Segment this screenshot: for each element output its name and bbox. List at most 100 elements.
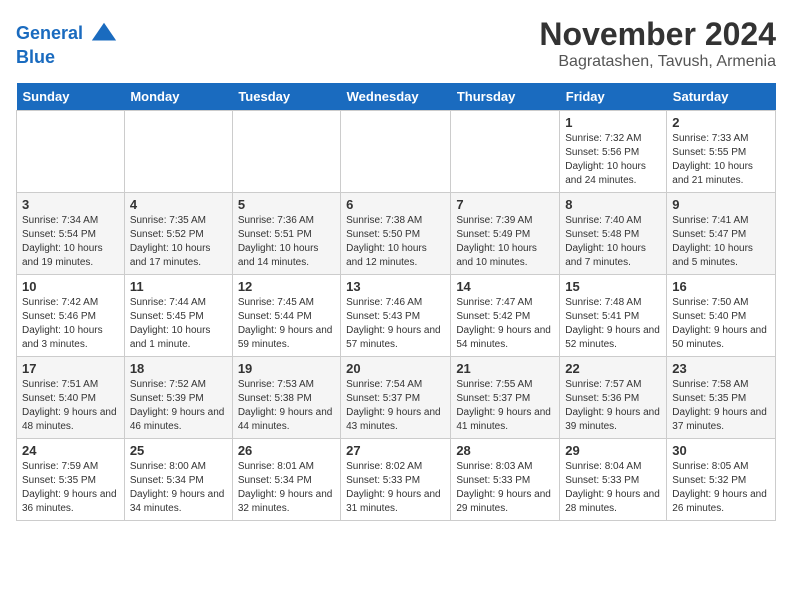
day-info: Sunrise: 7:59 AM Sunset: 5:35 PM Dayligh… bbox=[22, 460, 119, 516]
day-info: Sunrise: 7:32 AM Sunset: 5:56 PM Dayligh… bbox=[565, 132, 661, 188]
calendar-cell: 27 Sunrise: 8:02 AM Sunset: 5:33 PM Dayli… bbox=[341, 439, 451, 521]
day-number: 11 bbox=[130, 279, 227, 294]
day-info: Sunrise: 7:46 AM Sunset: 5:43 PM Dayligh… bbox=[346, 296, 445, 352]
day-number: 8 bbox=[565, 197, 661, 212]
day-number: 28 bbox=[456, 443, 554, 458]
day-info: Sunrise: 8:01 AM Sunset: 5:34 PM Dayligh… bbox=[238, 460, 335, 516]
day-number: 30 bbox=[672, 443, 770, 458]
day-info: Sunrise: 7:42 AM Sunset: 5:46 PM Dayligh… bbox=[22, 296, 119, 352]
calendar-cell: 7 Sunrise: 7:39 AM Sunset: 5:49 PM Daylig… bbox=[451, 193, 560, 275]
day-of-week-header: Saturday bbox=[667, 83, 776, 111]
calendar-cell bbox=[17, 111, 125, 193]
calendar-cell: 9Sunrise: 7:41 AM Sunset: 5:47 PM Daylig… bbox=[667, 193, 776, 275]
calendar-cell: 12 Sunrise: 7:45 AM Sunset: 5:44 PM Dayli… bbox=[232, 275, 340, 357]
calendar-week-row: 10Sunrise: 7:42 AM Sunset: 5:46 PM Dayli… bbox=[17, 275, 776, 357]
day-number: 4 bbox=[130, 197, 227, 212]
calendar-cell: 17 Sunrise: 7:51 AM Sunset: 5:40 PM Dayli… bbox=[17, 357, 125, 439]
calendar-cell: 30 Sunrise: 8:05 AM Sunset: 5:32 PM Dayli… bbox=[667, 439, 776, 521]
day-number: 1 bbox=[565, 115, 661, 130]
day-number: 17 bbox=[22, 361, 119, 376]
day-info: Sunrise: 7:55 AM Sunset: 5:37 PM Dayligh… bbox=[456, 378, 554, 434]
calendar-cell: 5Sunrise: 7:36 AM Sunset: 5:51 PM Daylig… bbox=[232, 193, 340, 275]
day-number: 3 bbox=[22, 197, 119, 212]
day-info: Sunrise: 7:51 AM Sunset: 5:40 PM Dayligh… bbox=[22, 378, 119, 434]
day-info: Sunrise: 7:44 AM Sunset: 5:45 PM Dayligh… bbox=[130, 296, 227, 352]
calendar-cell bbox=[341, 111, 451, 193]
calendar-cell: 18Sunrise: 7:52 AM Sunset: 5:39 PM Dayli… bbox=[124, 357, 232, 439]
calendar-cell: 23Sunrise: 7:58 AM Sunset: 5:35 PM Dayli… bbox=[667, 357, 776, 439]
day-of-week-header: Wednesday bbox=[341, 83, 451, 111]
day-number: 2 bbox=[672, 115, 770, 130]
calendar-cell: 4Sunrise: 7:35 AM Sunset: 5:52 PM Daylig… bbox=[124, 193, 232, 275]
calendar-cell: 29 Sunrise: 8:04 AM Sunset: 5:33 PM Dayli… bbox=[560, 439, 667, 521]
calendar-header-row: SundayMondayTuesdayWednesdayThursdayFrid… bbox=[17, 83, 776, 111]
calendar-week-row: 1 Sunrise: 7:32 AM Sunset: 5:56 PM Daylig… bbox=[17, 111, 776, 193]
day-info: Sunrise: 7:34 AM Sunset: 5:54 PM Dayligh… bbox=[22, 214, 119, 270]
day-info: Sunrise: 7:45 AM Sunset: 5:44 PM Dayligh… bbox=[238, 296, 335, 352]
calendar-cell: 8 Sunrise: 7:40 AM Sunset: 5:48 PM Daylig… bbox=[560, 193, 667, 275]
page-header: General Blue November 2024 Bagratashen, … bbox=[16, 16, 776, 71]
logo-text: General bbox=[16, 20, 118, 48]
day-info: Sunrise: 7:53 AM Sunset: 5:38 PM Dayligh… bbox=[238, 378, 335, 434]
day-number: 15 bbox=[565, 279, 661, 294]
calendar-week-row: 24Sunrise: 7:59 AM Sunset: 5:35 PM Dayli… bbox=[17, 439, 776, 521]
day-info: Sunrise: 7:36 AM Sunset: 5:51 PM Dayligh… bbox=[238, 214, 335, 270]
day-info: Sunrise: 7:47 AM Sunset: 5:42 PM Dayligh… bbox=[456, 296, 554, 352]
day-info: Sunrise: 7:38 AM Sunset: 5:50 PM Dayligh… bbox=[346, 214, 445, 270]
day-info: Sunrise: 7:48 AM Sunset: 5:41 PM Dayligh… bbox=[565, 296, 661, 352]
location-subtitle: Bagratashen, Tavush, Armenia bbox=[539, 53, 776, 71]
day-number: 25 bbox=[130, 443, 227, 458]
day-number: 19 bbox=[238, 361, 335, 376]
day-of-week-header: Monday bbox=[124, 83, 232, 111]
calendar-body: 1 Sunrise: 7:32 AM Sunset: 5:56 PM Daylig… bbox=[17, 111, 776, 521]
title-area: November 2024 Bagratashen, Tavush, Armen… bbox=[539, 16, 776, 71]
day-number: 16 bbox=[672, 279, 770, 294]
day-number: 13 bbox=[346, 279, 445, 294]
day-of-week-header: Friday bbox=[560, 83, 667, 111]
calendar-cell: 10Sunrise: 7:42 AM Sunset: 5:46 PM Dayli… bbox=[17, 275, 125, 357]
day-info: Sunrise: 8:04 AM Sunset: 5:33 PM Dayligh… bbox=[565, 460, 661, 516]
calendar-cell: 2 Sunrise: 7:33 AM Sunset: 5:55 PM Daylig… bbox=[667, 111, 776, 193]
day-info: Sunrise: 7:50 AM Sunset: 5:40 PM Dayligh… bbox=[672, 296, 770, 352]
day-info: Sunrise: 7:39 AM Sunset: 5:49 PM Dayligh… bbox=[456, 214, 554, 270]
calendar-cell: 14 Sunrise: 7:47 AM Sunset: 5:42 PM Dayli… bbox=[451, 275, 560, 357]
day-of-week-header: Tuesday bbox=[232, 83, 340, 111]
calendar-cell: 6 Sunrise: 7:38 AM Sunset: 5:50 PM Daylig… bbox=[341, 193, 451, 275]
day-number: 27 bbox=[346, 443, 445, 458]
calendar-cell: 22 Sunrise: 7:57 AM Sunset: 5:36 PM Dayli… bbox=[560, 357, 667, 439]
calendar-cell: 19 Sunrise: 7:53 AM Sunset: 5:38 PM Dayli… bbox=[232, 357, 340, 439]
day-info: Sunrise: 8:05 AM Sunset: 5:32 PM Dayligh… bbox=[672, 460, 770, 516]
calendar-cell: 25 Sunrise: 8:00 AM Sunset: 5:34 PM Dayli… bbox=[124, 439, 232, 521]
day-info: Sunrise: 7:58 AM Sunset: 5:35 PM Dayligh… bbox=[672, 378, 770, 434]
day-number: 9 bbox=[672, 197, 770, 212]
day-info: Sunrise: 7:40 AM Sunset: 5:48 PM Dayligh… bbox=[565, 214, 661, 270]
day-info: Sunrise: 7:33 AM Sunset: 5:55 PM Dayligh… bbox=[672, 132, 770, 188]
logo: General Blue bbox=[16, 20, 118, 68]
day-info: Sunrise: 7:57 AM Sunset: 5:36 PM Dayligh… bbox=[565, 378, 661, 434]
calendar-cell: 11 Sunrise: 7:44 AM Sunset: 5:45 PM Dayli… bbox=[124, 275, 232, 357]
calendar-cell bbox=[124, 111, 232, 193]
day-number: 12 bbox=[238, 279, 335, 294]
day-info: Sunrise: 7:52 AM Sunset: 5:39 PM Dayligh… bbox=[130, 378, 227, 434]
day-number: 7 bbox=[456, 197, 554, 212]
month-title: November 2024 bbox=[539, 16, 776, 53]
day-info: Sunrise: 8:03 AM Sunset: 5:33 PM Dayligh… bbox=[456, 460, 554, 516]
day-info: Sunrise: 8:00 AM Sunset: 5:34 PM Dayligh… bbox=[130, 460, 227, 516]
day-of-week-header: Thursday bbox=[451, 83, 560, 111]
day-info: Sunrise: 8:02 AM Sunset: 5:33 PM Dayligh… bbox=[346, 460, 445, 516]
calendar-table: SundayMondayTuesdayWednesdayThursdayFrid… bbox=[16, 83, 776, 521]
day-number: 14 bbox=[456, 279, 554, 294]
day-number: 29 bbox=[565, 443, 661, 458]
logo-text2: Blue bbox=[16, 48, 118, 68]
day-of-week-header: Sunday bbox=[17, 83, 125, 111]
day-number: 26 bbox=[238, 443, 335, 458]
day-number: 20 bbox=[346, 361, 445, 376]
calendar-cell: 13 Sunrise: 7:46 AM Sunset: 5:43 PM Dayli… bbox=[341, 275, 451, 357]
calendar-cell bbox=[232, 111, 340, 193]
calendar-cell: 21Sunrise: 7:55 AM Sunset: 5:37 PM Dayli… bbox=[451, 357, 560, 439]
day-number: 22 bbox=[565, 361, 661, 376]
day-number: 6 bbox=[346, 197, 445, 212]
calendar-cell: 26 Sunrise: 8:01 AM Sunset: 5:34 PM Dayli… bbox=[232, 439, 340, 521]
day-info: Sunrise: 7:54 AM Sunset: 5:37 PM Dayligh… bbox=[346, 378, 445, 434]
calendar-cell: 20 Sunrise: 7:54 AM Sunset: 5:37 PM Dayli… bbox=[341, 357, 451, 439]
